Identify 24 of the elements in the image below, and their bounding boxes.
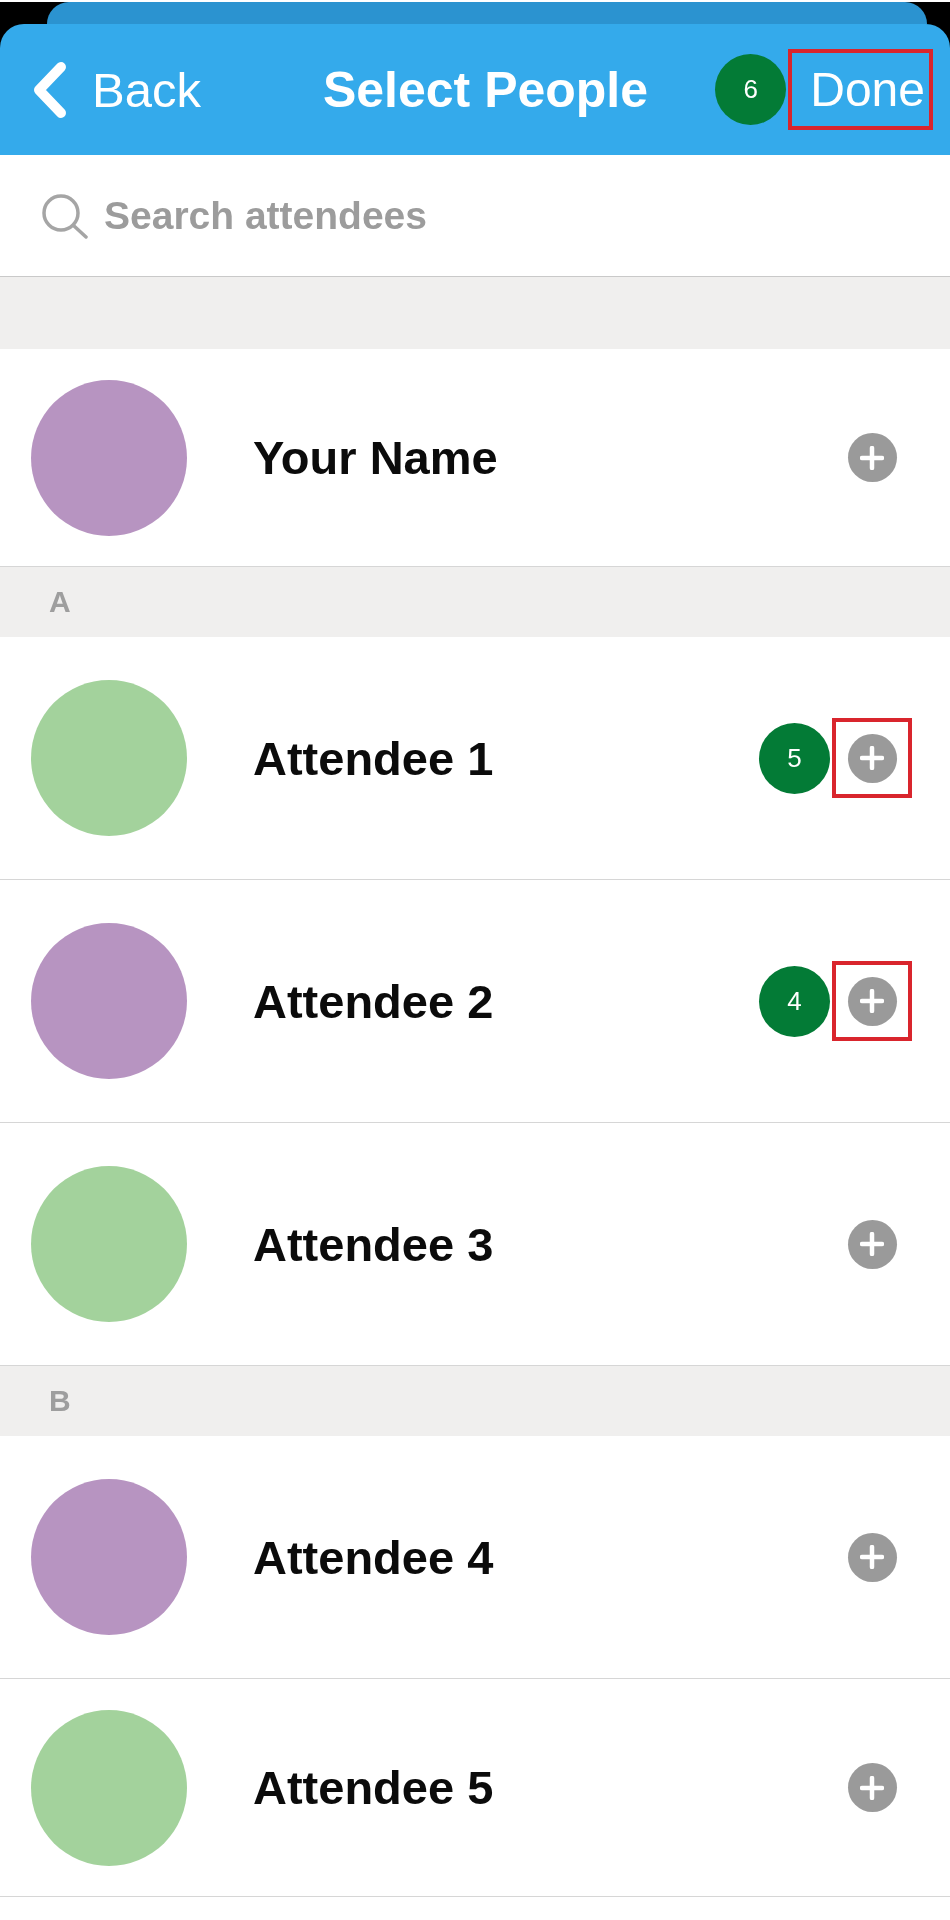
plus-icon <box>860 1545 884 1569</box>
plus-icon <box>860 746 884 770</box>
plus-icon <box>860 1775 884 1800</box>
plus-icon <box>860 1232 884 1256</box>
person-name: Attendee 3 <box>253 1216 494 1272</box>
done-button[interactable]: Done <box>810 61 925 118</box>
person-name: Attendee 1 <box>253 730 494 786</box>
plus-icon <box>860 989 884 1013</box>
person-name: Attendee 4 <box>253 1529 494 1585</box>
add-button[interactable] <box>847 433 897 482</box>
person-name: Your Name <box>253 430 498 485</box>
step-marker: 5 <box>759 722 830 794</box>
person-name: Attendee 5 <box>253 1760 494 1815</box>
screen-title: Select People <box>321 60 649 119</box>
add-button[interactable] <box>847 1763 897 1812</box>
search-field[interactable]: Search attendees <box>104 185 910 246</box>
step-marker: 6 <box>715 54 787 125</box>
section-letter: A <box>49 585 71 619</box>
plus-icon <box>860 445 884 470</box>
section-letter: B <box>49 1384 71 1418</box>
search-icon <box>40 192 90 239</box>
back-button[interactable]: Back <box>30 60 201 119</box>
step-marker: 4 <box>759 965 830 1037</box>
person-name: Attendee 2 <box>253 973 494 1029</box>
